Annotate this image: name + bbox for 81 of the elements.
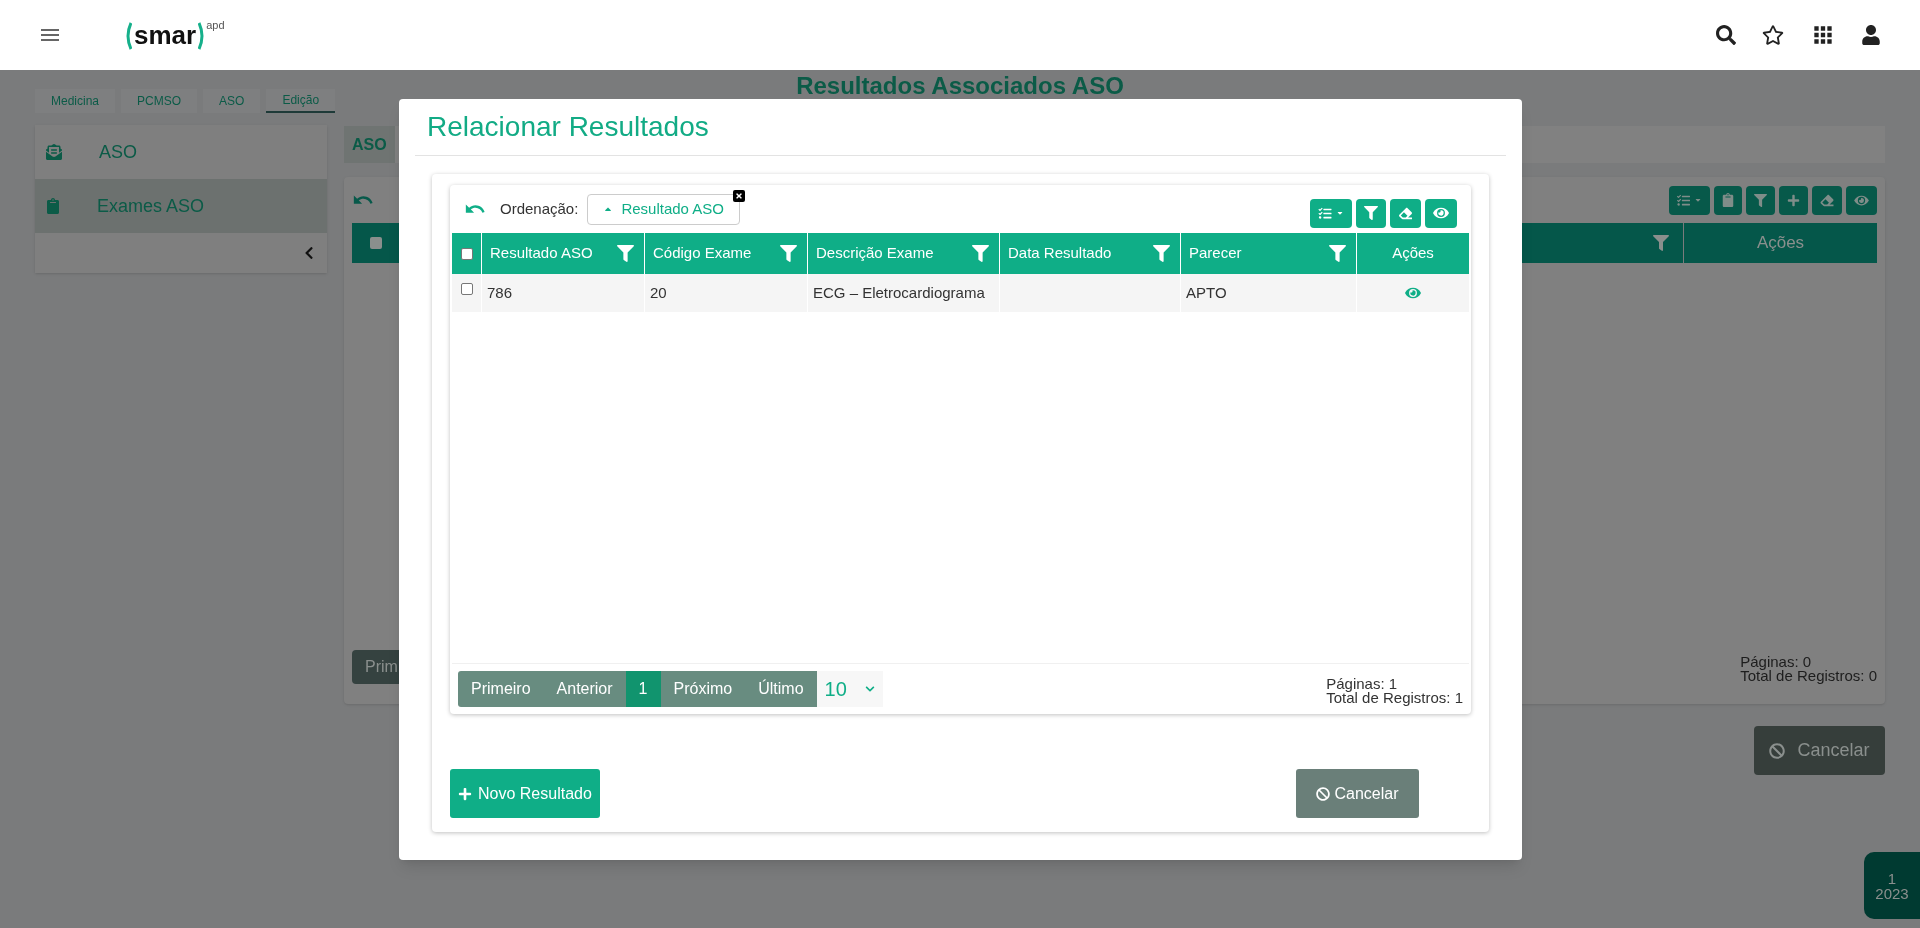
cancel-button[interactable]: Cancelar — [1296, 769, 1419, 818]
view-button[interactable] — [1425, 198, 1457, 228]
eraser-button[interactable] — [1812, 185, 1842, 215]
pagination-button[interactable]: Último — [745, 671, 817, 707]
cell-text: 20 — [650, 282, 667, 303]
sidebar-item[interactable]: Exames ASO — [35, 179, 327, 233]
checkbox[interactable] — [460, 283, 473, 295]
filter-icon[interactable] — [780, 245, 797, 262]
eraser-icon — [1398, 206, 1413, 220]
ban-icon — [1316, 786, 1331, 801]
caret-icon — [1694, 196, 1702, 204]
filter-icon[interactable] — [1653, 235, 1669, 251]
checkbox[interactable] — [460, 247, 473, 260]
clipboard-icon — [46, 198, 60, 214]
breadcrumb-item[interactable]: Medicina — [35, 89, 116, 113]
collapse-icon[interactable] — [303, 246, 315, 260]
dialog-title: Relacionar Resultados — [426, 110, 710, 144]
sidebar-item[interactable]: ASO — [35, 125, 327, 179]
plus-icon — [1787, 193, 1800, 207]
eye-icon — [1854, 193, 1869, 207]
sort-chip[interactable]: Resultado ASO — [587, 193, 740, 225]
period-month: 1 — [1887, 870, 1897, 886]
filter-button[interactable] — [1356, 198, 1386, 228]
user-icon[interactable] — [1862, 25, 1880, 45]
section-tab[interactable]: ASO — [344, 126, 395, 163]
pagination-button[interactable]: Próximo — [660, 671, 746, 707]
view-button[interactable] — [1846, 185, 1877, 215]
period-year: 2023 — [1875, 885, 1909, 901]
filter-icon[interactable] — [617, 245, 634, 262]
records-total: Total de Registros: 1 — [1326, 691, 1463, 705]
cell-text: ECG – Eletrocardiograma — [813, 282, 985, 303]
cell-text: APTO — [1186, 282, 1227, 303]
cell-text: 786 — [487, 282, 513, 303]
checklist-icon — [1318, 206, 1332, 220]
page-title: Resultados Associados ASO — [796, 74, 1124, 98]
filter-icon — [1754, 193, 1767, 207]
filter-icon[interactable] — [1153, 245, 1170, 262]
column-header[interactable]: Resultado ASO — [482, 233, 644, 274]
remove-sort-icon[interactable] — [732, 189, 745, 202]
list-menu-button[interactable] — [1310, 198, 1352, 228]
pages-count: Páginas: 0 — [1740, 655, 1813, 669]
filter-icon[interactable] — [1329, 245, 1346, 262]
eraser-icon — [1820, 193, 1834, 207]
checklist-icon — [1677, 193, 1690, 207]
clipboard-icon — [1722, 193, 1734, 207]
filter-icon[interactable] — [972, 245, 989, 262]
caret-icon — [1336, 209, 1344, 217]
column-header: Ações — [1755, 232, 1806, 255]
cancel-button[interactable]: Cancelar — [1754, 726, 1885, 775]
chevron-down-icon — [864, 684, 875, 694]
breadcrumb-item[interactable]: ASO — [203, 89, 261, 113]
search-icon[interactable] — [1716, 25, 1736, 45]
pagination-button[interactable]: Primeiro — [458, 671, 544, 707]
envelope-icon — [46, 144, 62, 160]
list-menu-button[interactable] — [1669, 185, 1710, 215]
pagination-button[interactable]: Anterior — [543, 671, 626, 707]
page-button[interactable]: 1 — [625, 671, 661, 707]
clipboard-button[interactable] — [1714, 185, 1742, 215]
column-header[interactable]: Data Resultado — [1000, 233, 1180, 274]
page-size-select[interactable]: 10 — [816, 671, 883, 707]
column-header[interactable]: Código Exame — [645, 233, 807, 274]
column-header[interactable]: Parecer — [1181, 233, 1356, 274]
sort-label: Ordenação: — [500, 198, 579, 219]
breadcrumb-item[interactable]: PCMSO — [121, 89, 198, 113]
eraser-button[interactable] — [1390, 198, 1421, 228]
pages-count: Páginas: 1 — [1326, 677, 1399, 691]
logo: smar apd — [124, 20, 225, 50]
plus-icon — [458, 786, 472, 801]
ban-icon — [1769, 742, 1786, 759]
new-result-button[interactable]: Novo Resultado — [450, 769, 600, 818]
add-button[interactable] — [1779, 185, 1808, 215]
column-header[interactable]: Ações — [1357, 233, 1469, 274]
records-total: Total de Registros: 0 — [1740, 669, 1877, 683]
view-icon[interactable] — [1405, 286, 1421, 300]
filter-button[interactable] — [1746, 185, 1775, 215]
star-icon[interactable] — [1762, 24, 1784, 46]
breadcrumb-item[interactable]: Edição — [266, 89, 336, 113]
column-header[interactable]: Descrição Exame — [808, 233, 999, 274]
checkbox[interactable] — [370, 237, 382, 249]
filter-icon — [1364, 206, 1378, 220]
eye-icon — [1433, 206, 1449, 220]
